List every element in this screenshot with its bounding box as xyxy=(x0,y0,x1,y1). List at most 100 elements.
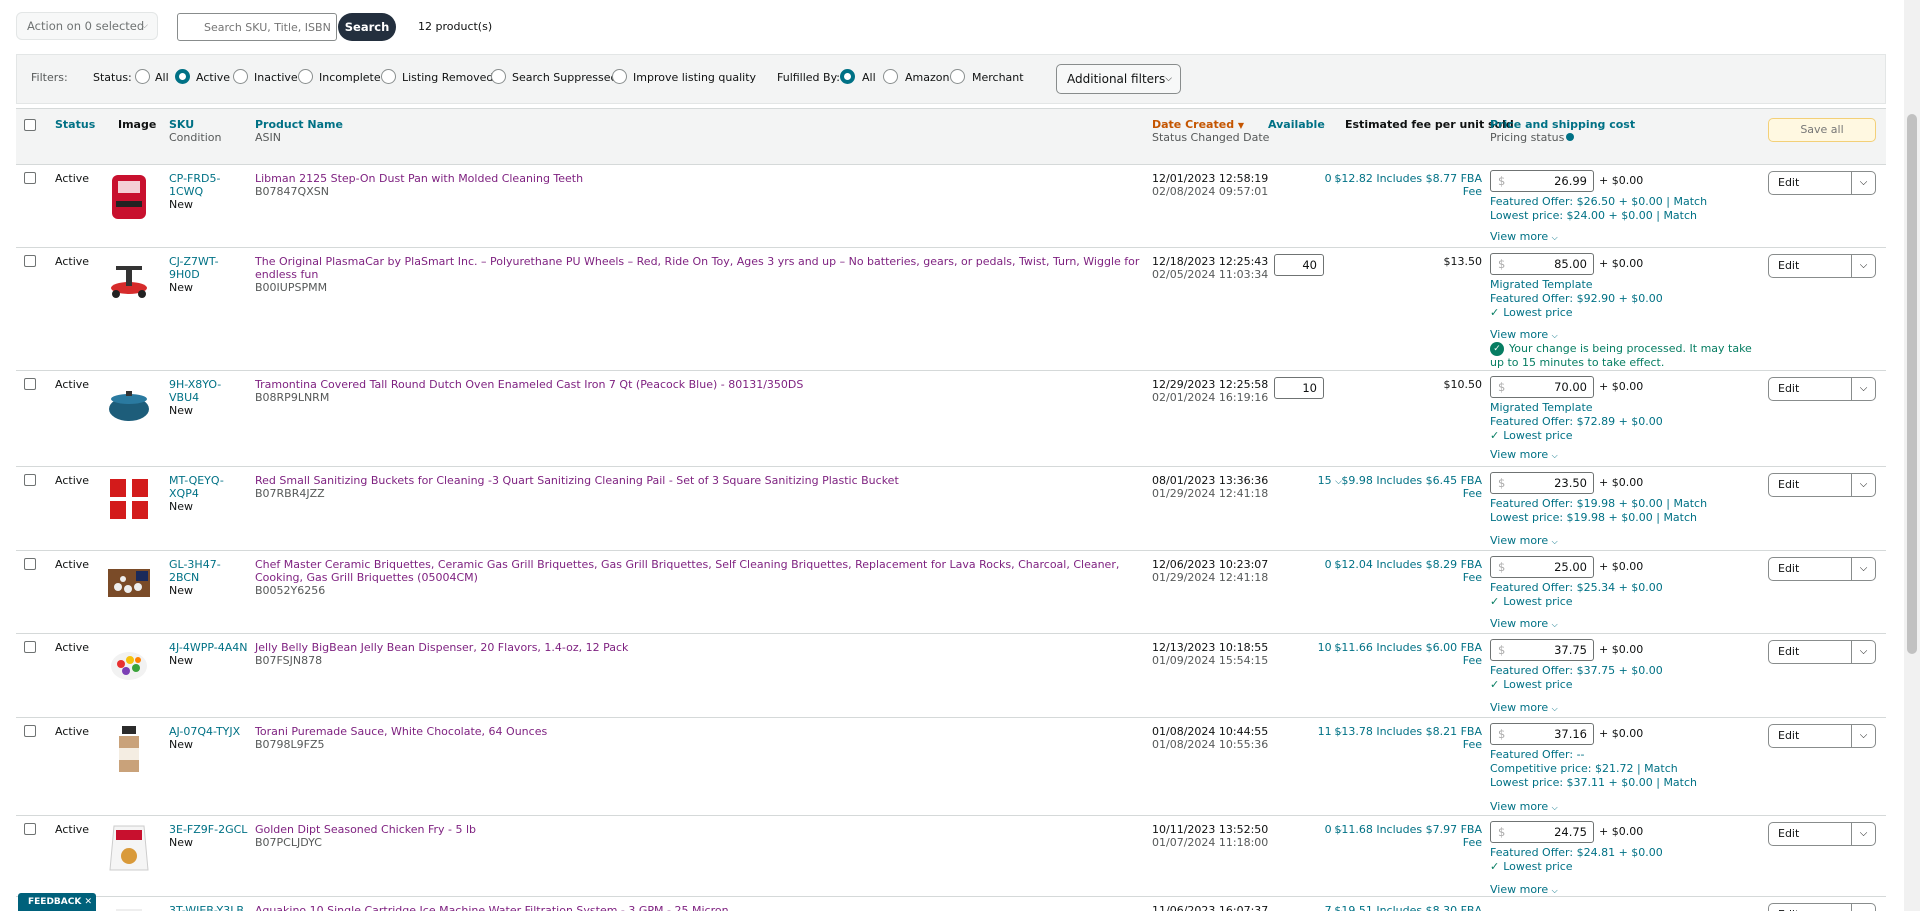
view-more-link[interactable]: View more ⌵ xyxy=(1490,617,1558,630)
fulfilled-radio-amazon[interactable] xyxy=(883,69,898,84)
edit-button[interactable]: Edit xyxy=(1768,377,1852,401)
row-checkbox[interactable] xyxy=(24,725,36,737)
price-input[interactable]: $25.00 xyxy=(1490,556,1594,578)
header-date-created[interactable]: Date Created ▼ xyxy=(1152,118,1244,131)
view-more-link[interactable]: View more ⌵ xyxy=(1490,800,1558,813)
status-radio-all[interactable] xyxy=(135,69,150,84)
price-input[interactable]: $26.99 xyxy=(1490,170,1594,192)
edit-dropdown-toggle[interactable]: ⌵ xyxy=(1851,254,1876,278)
price-input[interactable]: $23.50 xyxy=(1490,472,1594,494)
status-radio-inactive[interactable] xyxy=(233,69,248,84)
row-product-name[interactable]: Chef Master Ceramic Briquettes, Ceramic … xyxy=(255,558,1155,584)
view-more-link[interactable]: View more ⌵ xyxy=(1490,883,1558,896)
row-sku[interactable]: MT-QEYQ-XQP4 xyxy=(169,474,249,500)
row-sku[interactable]: GL-3H47-2BCN xyxy=(169,558,249,584)
select-all-checkbox[interactable] xyxy=(24,119,36,131)
status-radio-incomplete[interactable] xyxy=(298,69,313,84)
edit-button[interactable]: Edit xyxy=(1768,254,1852,278)
row-sku[interactable]: 4J-4WPP-4A4N xyxy=(169,641,249,654)
status-option-active[interactable]: Active xyxy=(196,71,230,84)
price-input[interactable]: $85.00 xyxy=(1490,253,1594,275)
fulfilled-radio-all[interactable] xyxy=(840,69,855,84)
fulfilled-option-amazon[interactable]: Amazon xyxy=(905,71,949,84)
page-scrollbar[interactable] xyxy=(1904,0,1920,911)
available-quantity-input[interactable]: 40 xyxy=(1274,254,1324,276)
product-thumbnail[interactable] xyxy=(106,171,152,223)
row-sku[interactable]: 3E-FZ9F-2GCL xyxy=(169,823,249,836)
status-option-improve-quality[interactable]: Improve listing quality xyxy=(633,71,756,84)
edit-button[interactable]: Edit xyxy=(1768,724,1852,748)
view-more-link[interactable]: View more ⌵ xyxy=(1490,230,1558,243)
row-checkbox[interactable] xyxy=(24,823,36,835)
row-product-name[interactable]: The Original PlasmaCar by PlaSmart Inc. … xyxy=(255,255,1155,281)
scrollbar-thumb[interactable] xyxy=(1907,114,1917,654)
row-sku[interactable]: AJ-07Q4-TYJX xyxy=(169,725,249,738)
product-thumbnail[interactable] xyxy=(106,254,152,306)
save-all-button[interactable]: Save all xyxy=(1768,118,1876,142)
price-input[interactable]: $37.16 xyxy=(1490,723,1594,745)
status-option-incomplete[interactable]: Incomplete xyxy=(319,71,381,84)
product-thumbnail[interactable] xyxy=(106,473,152,525)
row-product-name[interactable]: Aquakino 10 Single Cartridge Ice Machine… xyxy=(255,904,1155,911)
edit-button[interactable]: Edit xyxy=(1768,557,1852,581)
row-sku[interactable]: CJ-Z7WT-9H0D xyxy=(169,255,249,281)
edit-dropdown-toggle[interactable]: ⌵ xyxy=(1851,822,1876,846)
row-product-name[interactable]: Jelly Belly BigBean Jelly Bean Dispenser… xyxy=(255,641,1155,654)
price-input[interactable]: $24.75 xyxy=(1490,821,1594,843)
row-product-name[interactable]: Torani Puremade Sauce, White Chocolate, … xyxy=(255,725,1155,738)
product-thumbnail[interactable] xyxy=(106,724,152,776)
status-radio-improve-quality[interactable] xyxy=(612,69,627,84)
row-checkbox[interactable] xyxy=(24,474,36,486)
edit-button[interactable]: Edit xyxy=(1768,171,1852,195)
row-product-name[interactable]: Red Small Sanitizing Buckets for Cleanin… xyxy=(255,474,1155,487)
feedback-tab[interactable]: FEEDBACK ✕ xyxy=(18,893,96,911)
view-more-link[interactable]: View more ⌵ xyxy=(1490,701,1558,714)
row-checkbox[interactable] xyxy=(24,641,36,653)
fulfilled-option-merchant[interactable]: Merchant xyxy=(972,71,1024,84)
header-product-name[interactable]: Product Name xyxy=(255,118,343,131)
edit-dropdown-toggle[interactable]: ⌵ xyxy=(1851,557,1876,581)
view-more-link[interactable]: View more ⌵ xyxy=(1490,328,1558,341)
product-thumbnail[interactable] xyxy=(106,822,152,874)
edit-dropdown-toggle[interactable]: ⌵ xyxy=(1851,903,1876,911)
fulfilled-option-all[interactable]: All xyxy=(862,71,876,84)
row-sku[interactable]: 3T-WIEB-Y3LB xyxy=(169,904,249,911)
row-checkbox[interactable] xyxy=(24,378,36,390)
header-status[interactable]: Status xyxy=(55,118,95,131)
header-price[interactable]: Price and shipping cost xyxy=(1490,118,1635,131)
fulfilled-radio-merchant[interactable] xyxy=(950,69,965,84)
row-checkbox[interactable] xyxy=(24,558,36,570)
edit-button[interactable]: Edit xyxy=(1768,822,1852,846)
view-more-link[interactable]: View more ⌵ xyxy=(1490,448,1558,461)
status-option-inactive[interactable]: Inactive xyxy=(254,71,298,84)
product-thumbnail[interactable] xyxy=(106,903,152,911)
search-button[interactable]: Search xyxy=(338,13,396,41)
edit-button[interactable]: Edit xyxy=(1768,903,1852,911)
row-checkbox[interactable] xyxy=(24,255,36,267)
row-sku[interactable]: CP-FRD5-1CWQ xyxy=(169,172,249,198)
header-available[interactable]: Available xyxy=(1268,118,1325,131)
view-more-link[interactable]: View more ⌵ xyxy=(1490,534,1558,547)
available-quantity-input[interactable]: 10 xyxy=(1274,377,1324,399)
status-option-search-suppressed[interactable]: Search Suppressed xyxy=(512,71,617,84)
edit-button[interactable]: Edit xyxy=(1768,473,1852,497)
edit-dropdown-toggle[interactable]: ⌵ xyxy=(1851,377,1876,401)
edit-dropdown-toggle[interactable]: ⌵ xyxy=(1851,171,1876,195)
additional-filters-button[interactable]: Additional filters ⌵ xyxy=(1056,64,1181,94)
row-checkbox[interactable] xyxy=(24,172,36,184)
row-product-name[interactable]: Golden Dipt Seasoned Chicken Fry - 5 lb xyxy=(255,823,1155,836)
edit-dropdown-toggle[interactable]: ⌵ xyxy=(1851,640,1876,664)
status-radio-listing-removed[interactable] xyxy=(381,69,396,84)
row-sku[interactable]: 9H-X8YO-VBU4 xyxy=(169,378,249,404)
search-input[interactable] xyxy=(177,13,337,41)
bulk-action-dropdown[interactable]: Action on 0 selected ⌵ xyxy=(16,12,158,40)
status-radio-active[interactable] xyxy=(175,69,190,84)
close-icon[interactable]: ✕ xyxy=(84,897,92,907)
edit-dropdown-toggle[interactable]: ⌵ xyxy=(1851,724,1876,748)
product-thumbnail[interactable] xyxy=(106,557,152,609)
status-radio-search-suppressed[interactable] xyxy=(491,69,506,84)
price-input[interactable]: $37.75 xyxy=(1490,639,1594,661)
status-option-all[interactable]: All xyxy=(155,71,169,84)
status-option-listing-removed[interactable]: Listing Removed xyxy=(402,71,493,84)
row-product-name[interactable]: Libman 2125 Step-On Dust Pan with Molded… xyxy=(255,172,1155,185)
